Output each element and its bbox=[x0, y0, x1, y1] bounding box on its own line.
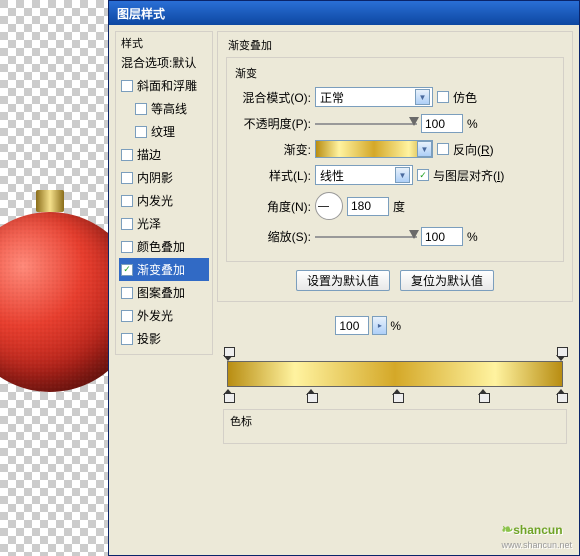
chevron-down-icon[interactable]: ▼ bbox=[395, 167, 410, 183]
style-gradient-overlay[interactable]: 渐变叠加 bbox=[119, 258, 209, 281]
style-inner-glow[interactable]: 内发光 bbox=[119, 189, 209, 212]
angle-unit: 度 bbox=[393, 198, 405, 215]
set-default-button[interactable]: 设置为默认值 bbox=[296, 270, 390, 291]
style-color-overlay[interactable]: 颜色叠加 bbox=[119, 235, 209, 258]
watermark: ❧shancun www.shancun.net bbox=[501, 514, 572, 550]
align-checkbox[interactable] bbox=[417, 169, 429, 181]
cropped-value-input[interactable] bbox=[335, 316, 369, 335]
cropped-opacity-row: 不透明度(P): ▸ % bbox=[265, 316, 573, 335]
angle-input[interactable] bbox=[347, 197, 389, 216]
opacity-stop[interactable] bbox=[556, 347, 567, 361]
opacity-input[interactable] bbox=[421, 114, 463, 133]
style-outer-glow[interactable]: 外发光 bbox=[119, 304, 209, 327]
color-stop[interactable] bbox=[478, 389, 489, 403]
slider-thumb-icon[interactable] bbox=[409, 230, 419, 239]
opacity-stop[interactable] bbox=[223, 347, 234, 361]
style-label: 样式(L): bbox=[233, 167, 311, 184]
checkbox-icon[interactable] bbox=[135, 126, 147, 138]
color-stop[interactable] bbox=[392, 389, 403, 403]
color-stop[interactable] bbox=[223, 389, 234, 403]
options-column: 渐变叠加 渐变 混合模式(O): 正常 ▼ 仿色 不透明度(P): bbox=[217, 31, 573, 549]
scale-slider[interactable] bbox=[315, 230, 417, 244]
checkbox-icon[interactable] bbox=[121, 149, 133, 161]
checkbox-icon[interactable] bbox=[121, 287, 133, 299]
opacity-unit: % bbox=[467, 117, 478, 131]
checkbox-icon[interactable] bbox=[121, 172, 133, 184]
blend-mode-combo[interactable]: 正常 ▼ bbox=[315, 87, 433, 107]
style-stroke[interactable]: 描边 bbox=[119, 143, 209, 166]
dither-label: 仿色 bbox=[453, 89, 477, 106]
gradient-label: 渐变: bbox=[233, 141, 311, 158]
colorstop-legend: 色标 bbox=[228, 413, 254, 429]
scale-label: 缩放(S): bbox=[233, 228, 311, 245]
gradient-swatch[interactable]: ▼ bbox=[315, 140, 433, 158]
style-texture[interactable]: 纹理 bbox=[119, 120, 209, 143]
dither-checkbox[interactable] bbox=[437, 91, 449, 103]
opacity-slider[interactable] bbox=[315, 117, 417, 131]
reverse-label: 反向(R) bbox=[453, 141, 494, 158]
cropped-unit: % bbox=[390, 319, 401, 333]
scale-unit: % bbox=[467, 230, 478, 244]
scale-input[interactable] bbox=[421, 227, 463, 246]
color-stop[interactable] bbox=[306, 389, 317, 403]
layer-style-dialog: 图层样式 样式 混合选项:默认 斜面和浮雕 等高线 纹理 描边 内阴影 内发光 … bbox=[108, 0, 580, 556]
leaf-icon: ❧ bbox=[501, 521, 513, 537]
dialog-titlebar[interactable]: 图层样式 bbox=[109, 1, 579, 25]
checkbox-icon[interactable] bbox=[121, 333, 133, 345]
colorstop-fieldset: 色标 bbox=[223, 409, 567, 444]
style-pattern-overlay[interactable]: 图案叠加 bbox=[119, 281, 209, 304]
angle-label: 角度(N): bbox=[233, 198, 311, 215]
angle-dial[interactable] bbox=[315, 192, 343, 220]
spinner-icon[interactable]: ▸ bbox=[372, 316, 387, 335]
chevron-down-icon[interactable]: ▼ bbox=[417, 141, 432, 157]
blend-options-default[interactable]: 混合选项:默认 bbox=[119, 51, 209, 74]
gradient-legend: 渐变 bbox=[233, 65, 259, 81]
style-drop-shadow[interactable]: 投影 bbox=[119, 327, 209, 350]
style-contour[interactable]: 等高线 bbox=[119, 97, 209, 120]
styles-column: 样式 混合选项:默认 斜面和浮雕 等高线 纹理 描边 内阴影 内发光 光泽 颜色… bbox=[115, 31, 213, 549]
style-satin[interactable]: 光泽 bbox=[119, 212, 209, 235]
blend-mode-label: 混合模式(O): bbox=[233, 89, 311, 106]
chevron-down-icon[interactable]: ▼ bbox=[415, 89, 430, 105]
style-inner-shadow[interactable]: 内阴影 bbox=[119, 166, 209, 189]
style-bevel[interactable]: 斜面和浮雕 bbox=[119, 74, 209, 97]
reverse-checkbox[interactable] bbox=[437, 143, 449, 155]
checkbox-icon[interactable] bbox=[121, 195, 133, 207]
section-title: 渐变叠加 bbox=[226, 37, 274, 53]
checkbox-icon[interactable] bbox=[121, 80, 133, 92]
opacity-label: 不透明度(P): bbox=[233, 115, 311, 132]
slider-thumb-icon[interactable] bbox=[409, 117, 419, 126]
style-combo[interactable]: 线性 ▼ bbox=[315, 165, 413, 185]
checkbox-icon[interactable] bbox=[121, 218, 133, 230]
gradient-editor[interactable] bbox=[223, 345, 567, 407]
checkbox-icon[interactable] bbox=[121, 264, 133, 276]
align-label: 与图层对齐(I) bbox=[433, 167, 504, 184]
checkbox-icon[interactable] bbox=[135, 103, 147, 115]
checkbox-icon[interactable] bbox=[121, 310, 133, 322]
styles-header: 样式 bbox=[119, 35, 145, 51]
gradient-bar[interactable] bbox=[227, 361, 563, 387]
reset-default-button[interactable]: 复位为默认值 bbox=[400, 270, 494, 291]
checkbox-icon[interactable] bbox=[121, 241, 133, 253]
ornament-cap bbox=[36, 190, 64, 212]
color-stop[interactable] bbox=[556, 389, 567, 403]
